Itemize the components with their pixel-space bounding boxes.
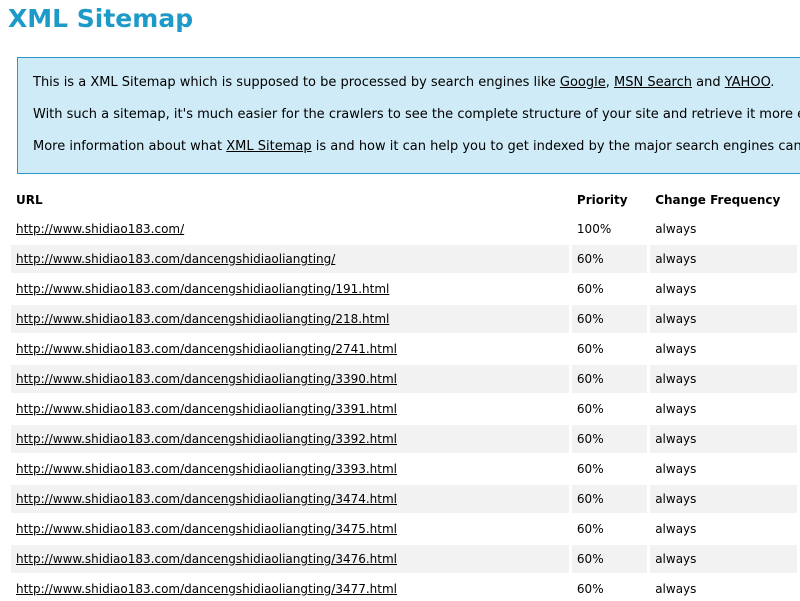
sitemap-table: URL Priority Change Frequency http://www… (8, 185, 800, 601)
url-column-header: URL (16, 193, 43, 207)
frequency-cell: always (650, 545, 797, 573)
frequency-cell: always (655, 342, 697, 356)
url-cell: http://www.shidiao183.com/dancengshidiao… (11, 545, 569, 573)
url-cell: http://www.shidiao183.com/dancengshidiao… (11, 395, 569, 423)
intro-separator: and (692, 75, 725, 90)
frequency-cell: always (650, 425, 797, 453)
url-cell: http://www.shidiao183.com/dancengshidiao… (11, 275, 569, 303)
sitemap-url-link[interactable]: http://www.shidiao183.com/dancengshidiao… (16, 582, 397, 596)
priority-cell: 100% (576, 222, 612, 236)
url-cell: http://www.shidiao183.com/dancengshidiao… (11, 575, 569, 601)
intro-line-1-end: . (770, 75, 775, 90)
sitemap-url-link[interactable]: http://www.shidiao183.com/dancengshidiao… (16, 252, 335, 266)
frequency-cell: always (650, 485, 797, 513)
priority-cell: 60% (571, 485, 648, 513)
frequency-cell: always (650, 245, 797, 273)
sitemap-url-link[interactable]: http://www.shidiao183.com/dancengshidiao… (16, 462, 397, 476)
url-cell: http://www.shidiao183.com/ (11, 215, 569, 243)
frequency-cell: always (650, 365, 797, 393)
sitemap-url-link[interactable]: http://www.shidiao183.com/dancengshidiao… (16, 492, 397, 506)
url-cell: http://www.shidiao183.com/dancengshidiao… (11, 365, 569, 393)
url-cell: http://www.shidiao183.com/dancengshidiao… (11, 515, 569, 543)
table-row: http://www.shidiao183.com/dancengshidiao… (11, 515, 797, 543)
priority-column-header: Priority (576, 193, 628, 207)
priority-cell: 60% (571, 545, 648, 573)
table-header-row: URL Priority Change Frequency (11, 187, 797, 213)
table-row: http://www.shidiao183.com/dancengshidiao… (11, 305, 797, 333)
table-row: http://www.shidiao183.com/dancengshidiao… (11, 275, 797, 303)
intro-box: This is a XML Sitemap which is supposed … (17, 57, 800, 174)
table-row: http://www.shidiao183.com/dancengshidiao… (11, 485, 797, 513)
url-cell: http://www.shidiao183.com/dancengshidiao… (11, 305, 569, 333)
intro-line-3-end: is and how it can help you to get indexe… (311, 139, 800, 154)
sitemap-url-link[interactable]: http://www.shidiao183.com/dancengshidiao… (16, 342, 397, 356)
yahoo-link[interactable]: YAHOO (725, 75, 771, 90)
sitemap-url-link[interactable]: http://www.shidiao183.com/dancengshidiao… (16, 312, 389, 326)
sitemap-url-link[interactable]: http://www.shidiao183.com/dancengshidiao… (16, 402, 397, 416)
frequency-cell: always (655, 522, 697, 536)
table-row: http://www.shidiao183.com/dancengshidiao… (11, 575, 797, 601)
frequency-cell: always (655, 282, 697, 296)
url-cell: http://www.shidiao183.com/dancengshidiao… (11, 335, 569, 363)
intro-line-3: More information about what XML Sitemap … (33, 138, 800, 156)
table-row: http://www.shidiao183.com/dancengshidiao… (11, 365, 797, 393)
priority-cell: 60% (571, 305, 648, 333)
intro-separator: , (605, 75, 614, 90)
frequency-cell: always (655, 462, 697, 476)
xml-sitemap-link[interactable]: XML Sitemap (226, 139, 311, 154)
priority-cell: 60% (576, 462, 604, 476)
intro-line-1: This is a XML Sitemap which is supposed … (33, 74, 774, 92)
frequency-cell: always (655, 582, 697, 596)
priority-cell: 60% (576, 282, 604, 296)
table-row: http://www.shidiao183.com/dancengshidiao… (11, 395, 797, 423)
google-link[interactable]: Google (560, 75, 606, 90)
priority-cell: 60% (576, 402, 604, 416)
frequency-cell: always (655, 402, 697, 416)
table-row: http://www.shidiao183.com/dancengshidiao… (11, 335, 797, 363)
priority-cell: 60% (576, 582, 604, 596)
frequency-column-header: Change Frequency (655, 193, 781, 207)
table-row: http://www.shidiao183.com/dancengshidiao… (11, 425, 797, 453)
priority-cell: 60% (571, 365, 648, 393)
url-cell: http://www.shidiao183.com/dancengshidiao… (11, 425, 569, 453)
intro-line-3-text: More information about what (33, 139, 227, 154)
frequency-cell: always (650, 305, 797, 333)
sitemap-url-link[interactable]: http://www.shidiao183.com/dancengshidiao… (16, 372, 397, 386)
priority-cell: 60% (571, 425, 648, 453)
priority-cell: 60% (571, 245, 648, 273)
table-row: http://www.shidiao183.com/dancengshidiao… (11, 545, 797, 573)
sitemap-url-link[interactable]: http://www.shidiao183.com/dancengshidiao… (16, 282, 389, 296)
intro-line-2: With such a sitemap, it's much easier fo… (33, 107, 800, 122)
page-title: XML Sitemap (8, 4, 194, 33)
table-row: http://www.shidiao183.com/dancengshidiao… (11, 455, 797, 483)
sitemap-url-link[interactable]: http://www.shidiao183.com/ (16, 222, 184, 236)
sitemap-url-link[interactable]: http://www.shidiao183.com/dancengshidiao… (16, 522, 397, 536)
msn-search-link[interactable]: MSN Search (614, 75, 692, 90)
sitemap-url-link[interactable]: http://www.shidiao183.com/dancengshidiao… (16, 432, 397, 446)
priority-cell: 60% (576, 342, 604, 356)
table-row: http://www.shidiao183.com/dancengshidiao… (11, 245, 797, 273)
url-cell: http://www.shidiao183.com/dancengshidiao… (11, 485, 569, 513)
url-cell: http://www.shidiao183.com/dancengshidiao… (11, 455, 569, 483)
url-cell: http://www.shidiao183.com/dancengshidiao… (11, 245, 569, 273)
intro-line-1-text: This is a XML Sitemap which is supposed … (33, 75, 560, 90)
priority-cell: 60% (576, 522, 604, 536)
frequency-cell: always (655, 222, 697, 236)
sitemap-url-link[interactable]: http://www.shidiao183.com/dancengshidiao… (16, 552, 397, 566)
table-row: http://www.shidiao183.com/100% always (11, 215, 797, 243)
